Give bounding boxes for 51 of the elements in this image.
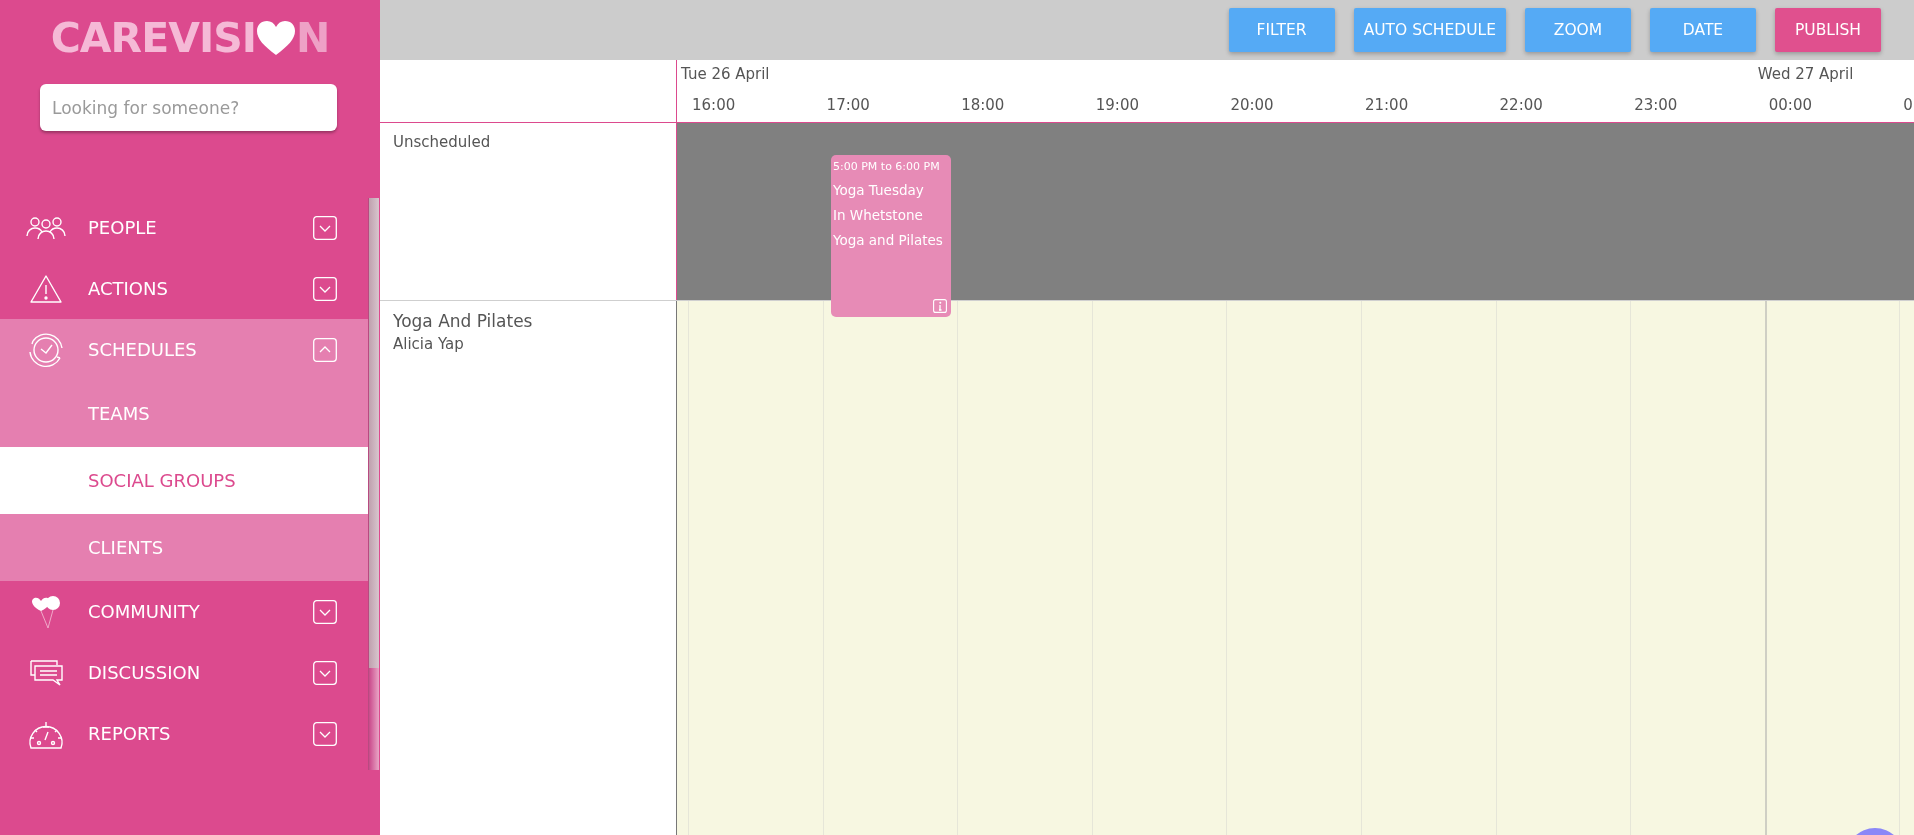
warning-icon (29, 273, 63, 304)
event-time: 5:00 PM to 6:00 PM (833, 160, 941, 173)
time-label: 0 (1903, 96, 1913, 114)
row-sublabel: Alicia Yap (393, 335, 465, 353)
info-icon[interactable] (933, 299, 947, 313)
expand-icon[interactable] (313, 721, 337, 746)
nav-item[interactable]: SCHEDULES (0, 319, 368, 380)
date-label: Tue 26 April (681, 65, 770, 83)
event-location: In Whetstone (833, 207, 924, 223)
time-label: 23:00 (1634, 96, 1678, 114)
time-label: 21:00 (1364, 96, 1409, 114)
event-title: Yoga Tuesday (833, 182, 925, 198)
chat-icon (29, 658, 63, 687)
time-label: 17:00 (826, 96, 870, 114)
nav-subitem[interactable]: CLIENTS (0, 514, 368, 581)
time-label: 00:00 (1768, 96, 1812, 114)
toolbar-button[interactable]: FILTER (1228, 8, 1335, 52)
nav-subitem[interactable]: SOCIAL GROUPS (0, 447, 368, 514)
heart-icon (255, 20, 296, 56)
time-label: 16:00 (692, 96, 736, 114)
row-label: Unscheduled (393, 133, 492, 151)
nav-subitem[interactable]: TEAMS (0, 380, 368, 447)
date-label: Wed 27 April (1757, 65, 1854, 83)
expand-icon[interactable] (313, 660, 337, 685)
scrollbar[interactable] (368, 198, 379, 770)
logo-text: CAREVISI (50, 14, 256, 62)
row-label: Yoga And Pilates (393, 311, 534, 331)
time-label: 22:00 (1499, 96, 1543, 114)
time-label: 20:00 (1230, 96, 1274, 114)
nav-item[interactable]: DISCUSSION (0, 642, 368, 703)
search-field[interactable]: Looking for someone? (40, 84, 337, 131)
time-label: 19:00 (1095, 96, 1139, 114)
time-label: 18:00 (961, 96, 1005, 114)
expand-icon[interactable] (313, 599, 337, 624)
toolbar-button[interactable]: PUBLISH (1775, 8, 1881, 52)
balloons-icon (29, 594, 63, 629)
nav-item[interactable]: REPORTS (0, 703, 368, 764)
nav-item[interactable]: ACTIONS (0, 258, 368, 319)
event-card[interactable]: 5:00 PM to 6:00 PM Yoga Tuesday In Whetstone Yoga and Pilates (831, 155, 951, 317)
toolbar-button[interactable]: AUTO SCHEDULE (1353, 8, 1506, 52)
logo-text: N (295, 14, 330, 62)
people-icon (26, 215, 66, 240)
nav-item[interactable]: PEOPLE (0, 197, 368, 258)
toolbar-button[interactable]: DATE (1650, 8, 1756, 52)
toolbar-button[interactable]: ZOOM (1525, 8, 1631, 52)
expand-icon[interactable] (313, 276, 337, 301)
expand-icon[interactable] (313, 215, 337, 240)
clock-icon (27, 330, 65, 369)
event-group: Yoga and Pilates (833, 232, 949, 248)
collapse-icon[interactable] (313, 337, 337, 362)
nav-item[interactable]: COMMUNITY (0, 581, 368, 642)
